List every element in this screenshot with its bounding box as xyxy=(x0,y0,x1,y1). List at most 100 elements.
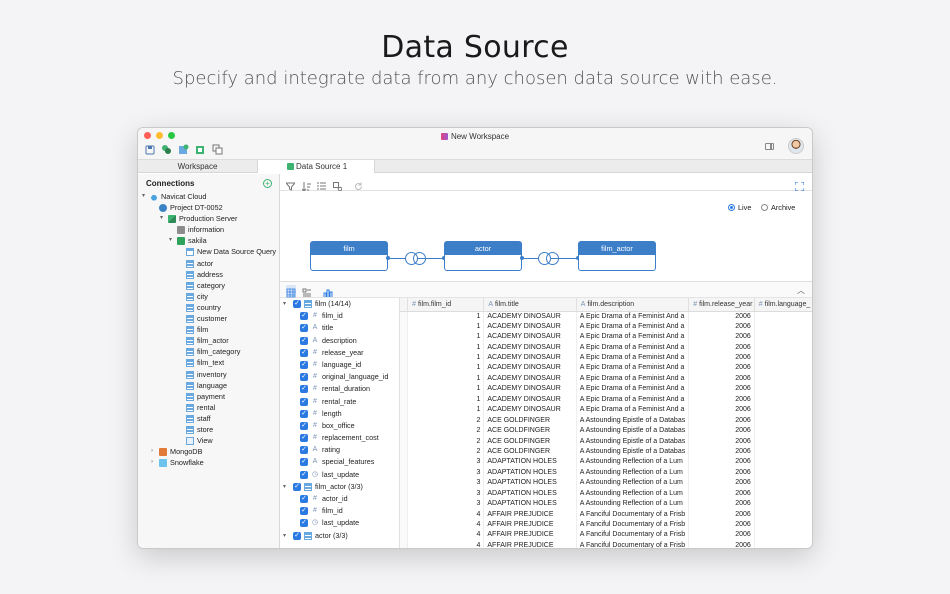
table-cell[interactable] xyxy=(754,425,812,437)
table-row[interactable]: 1 ACADEMY DINOSAUR A Epic Drama of a Femin… xyxy=(400,331,812,343)
checkbox-checked-icon[interactable]: ✓ xyxy=(300,373,308,382)
node-actor[interactable]: actor xyxy=(444,241,522,271)
checkbox-checked-icon[interactable]: ✓ xyxy=(300,507,308,516)
table-cell[interactable]: A Epic Drama of a Feminist And a xyxy=(576,405,690,416)
table-cell[interactable] xyxy=(754,457,812,468)
table-cell[interactable] xyxy=(754,373,812,385)
table-cell[interactable]: 2006 xyxy=(688,519,755,531)
table-cell[interactable] xyxy=(754,478,812,489)
table-cell[interactable]: AFFAIR PREJUDICE xyxy=(483,530,577,541)
table-cell[interactable]: A Epic Drama of a Feminist And a xyxy=(576,394,690,405)
table-cell[interactable] xyxy=(754,530,812,541)
table-cell[interactable]: 2006 xyxy=(688,415,755,426)
filter-icon[interactable] xyxy=(284,178,297,191)
table-cell[interactable] xyxy=(754,415,812,426)
table-cell[interactable]: ACADEMY DINOSAUR xyxy=(483,342,577,353)
table-cell[interactable]: 1 xyxy=(407,394,485,405)
table-cell[interactable]: 2006 xyxy=(688,498,755,510)
table-cell[interactable] xyxy=(754,352,812,364)
tree-item[interactable]: staff xyxy=(138,413,280,424)
table-cell[interactable]: 2006 xyxy=(688,405,755,416)
chevron-down-icon[interactable]: ▾ xyxy=(283,481,286,493)
table-row[interactable]: 3 ADAPTATION HOLES A Astounding Reflection… xyxy=(400,488,812,499)
table-cell[interactable] xyxy=(754,509,812,520)
field-item[interactable]: ✓ # release_year xyxy=(280,347,399,359)
column-header[interactable]: Afilm.description xyxy=(576,298,690,312)
field-group[interactable]: ▾ ✓ film (14/14) xyxy=(280,298,399,310)
field-item[interactable]: ✓ # actor_id xyxy=(280,493,399,505)
table-cell[interactable]: 2006 xyxy=(688,331,755,343)
tree-item[interactable]: film_text xyxy=(138,357,280,368)
table-cell[interactable]: 4 xyxy=(407,519,485,531)
tree-item[interactable]: city xyxy=(138,291,280,302)
table-cell[interactable] xyxy=(754,363,812,374)
table-cell[interactable]: 2006 xyxy=(688,467,755,479)
checkbox-checked-icon[interactable]: ✓ xyxy=(300,336,308,345)
table-cell[interactable]: 2006 xyxy=(688,425,755,437)
tree-item[interactable]: country xyxy=(138,302,280,313)
table-row[interactable]: 1 ACADEMY DINOSAUR A Epic Drama of a Femin… xyxy=(400,342,812,353)
table-row[interactable]: 4 AFFAIR PREJUDICE A Fanciful Documentary … xyxy=(400,519,812,531)
table-cell[interactable]: A Epic Drama of a Feminist And a xyxy=(576,352,690,364)
checkbox-checked-icon[interactable]: ✓ xyxy=(300,519,308,528)
table-cell[interactable]: A Epic Drama of a Feminist And a xyxy=(576,373,690,385)
column-header[interactable]: Afilm.title xyxy=(483,298,577,312)
form-view-icon[interactable] xyxy=(302,285,312,297)
table-cell[interactable]: ACE GOLDFINGER xyxy=(483,415,577,426)
tree-item[interactable]: › MongoDB xyxy=(138,446,280,457)
table-cell[interactable]: AFFAIR PREJUDICE xyxy=(483,509,577,520)
tree-item[interactable]: category xyxy=(138,280,280,291)
refresh-icon[interactable] xyxy=(354,178,363,190)
field-item[interactable]: ✓ # length xyxy=(280,408,399,420)
table-cell[interactable]: ACADEMY DINOSAUR xyxy=(483,405,577,416)
table-cell[interactable]: 2006 xyxy=(688,540,755,548)
table-cell[interactable]: 2006 xyxy=(688,384,755,395)
column-header[interactable]: # film.film_id xyxy=(407,298,485,312)
field-item[interactable]: ✓ Atitle xyxy=(280,322,399,334)
fields-list-icon[interactable] xyxy=(317,178,326,190)
table-cell[interactable]: ADAPTATION HOLES xyxy=(483,478,577,489)
table-cell[interactable]: 3 xyxy=(407,467,485,479)
tree-item[interactable]: ▾ Production Server xyxy=(138,213,280,224)
table-cell[interactable] xyxy=(754,467,812,479)
table-row[interactable]: 4 AFFAIR PREJUDICE A Fanciful Documentary … xyxy=(400,540,812,548)
checkbox-checked-icon[interactable]: ✓ xyxy=(300,421,308,430)
grid-settings-icon[interactable] xyxy=(333,178,343,192)
table-row[interactable]: 3 ADAPTATION HOLES A Astounding Reflection… xyxy=(400,457,812,468)
checkbox-checked-icon[interactable]: ✓ xyxy=(300,470,308,479)
table-cell[interactable]: AFFAIR PREJUDICE xyxy=(483,519,577,531)
table-row[interactable]: 1 ACADEMY DINOSAUR A Epic Drama of a Femin… xyxy=(400,363,812,374)
table-cell[interactable]: A Astounding Epistle of a Databas xyxy=(576,446,690,458)
field-item[interactable]: ✓ # replacement_cost xyxy=(280,432,399,444)
table-cell[interactable]: ACADEMY DINOSAUR xyxy=(483,394,577,405)
tree-item[interactable]: rental xyxy=(138,402,280,413)
table-cell[interactable]: 1 xyxy=(407,405,485,416)
table-row[interactable]: 2 ACE GOLDFINGER A Astounding Epistle of a… xyxy=(400,415,812,426)
chevron-down-icon[interactable]: ▾ xyxy=(160,213,163,224)
table-cell[interactable]: 2006 xyxy=(688,363,755,374)
fullscreen-icon[interactable] xyxy=(794,178,805,192)
checkbox-checked-icon[interactable]: ✓ xyxy=(300,409,308,418)
data-grid[interactable]: # film.film_id Afilm.title Afilm.descriptio… xyxy=(400,298,812,548)
field-item[interactable]: ✓ ◷ last_update xyxy=(280,517,399,529)
table-cell[interactable] xyxy=(754,321,812,332)
new-query-icon[interactable] xyxy=(178,144,189,155)
table-cell[interactable]: 1 xyxy=(407,363,485,374)
checkbox-checked-icon[interactable]: ✓ xyxy=(293,531,301,540)
table-cell[interactable]: 1 xyxy=(407,311,485,322)
table-cell[interactable]: 2006 xyxy=(688,342,755,353)
table-cell[interactable] xyxy=(754,498,812,510)
column-header[interactable]: # film.language_ xyxy=(754,298,812,312)
chevron-right-icon[interactable]: › xyxy=(151,457,153,468)
table-cell[interactable]: A Astounding Epistle of a Databas xyxy=(576,425,690,437)
checkbox-checked-icon[interactable]: ✓ xyxy=(300,360,308,369)
table-cell[interactable]: 4 xyxy=(407,540,485,548)
tab-data-source-1[interactable]: Data Source 1 xyxy=(258,160,375,173)
table-cell[interactable]: AFFAIR PREJUDICE xyxy=(483,540,577,548)
table-cell[interactable]: ACE GOLDFINGER xyxy=(483,425,577,437)
grid-view-icon[interactable] xyxy=(286,285,296,298)
avatar[interactable] xyxy=(788,138,804,154)
table-cell[interactable]: 1 xyxy=(407,342,485,353)
inner-join-icon[interactable] xyxy=(405,252,427,265)
checkbox-checked-icon[interactable]: ✓ xyxy=(300,348,308,357)
